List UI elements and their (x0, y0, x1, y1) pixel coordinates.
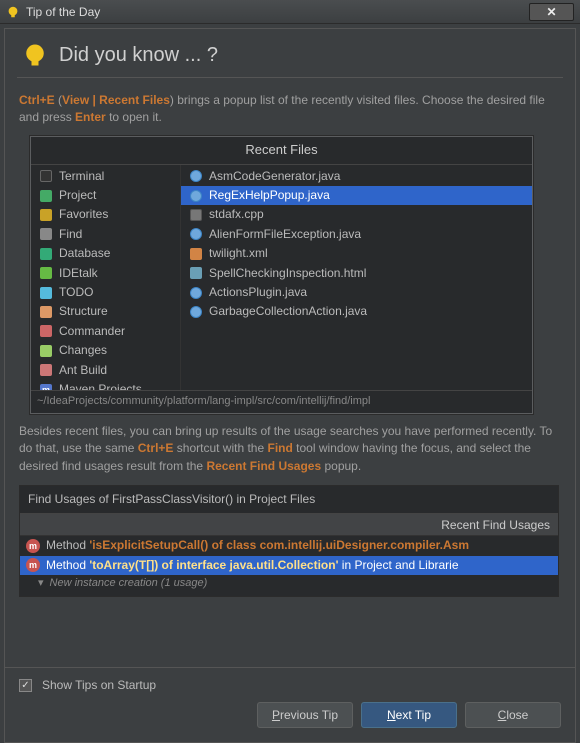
toolwindow-item-idetalk: IDEtalk (31, 264, 180, 283)
window-close-button[interactable]: ✕ (529, 3, 574, 21)
recent-file-item: twilight.xml (181, 244, 532, 263)
recent-file-item: GarbageCollectionAction.java (181, 302, 532, 321)
recent-find-usages-label: Recent Find Usages (441, 517, 550, 534)
recent-file-item-selected: RegExHelpPopup.java (181, 186, 532, 205)
toolwindow-item-antbuild: Ant Build (31, 361, 180, 380)
previous-tip-button[interactable]: Previous Tip (257, 702, 353, 728)
close-button[interactable]: Close (465, 702, 561, 728)
next-tip-button[interactable]: Next Tip (361, 702, 457, 728)
toolwindow-item-commander: Commander (31, 322, 180, 341)
find-usages-subnode: ▾ New instance creation (1 usage) (20, 575, 558, 593)
toolwindow-item-structure: Structure (31, 302, 180, 321)
menu-path: View | Recent Files (62, 93, 170, 107)
tree-expand-icon: ▾ (38, 576, 44, 592)
toolwindow-item-find: Find (31, 225, 180, 244)
popup-name: Recent Find Usages (206, 459, 321, 473)
tip-paragraph-1: Ctrl+E (View | Recent Files) brings a po… (19, 92, 561, 127)
find-usages-title: Find Usages of FirstPassClassVisitor() i… (20, 486, 558, 514)
recent-file-item: SpellCheckingInspection.html (181, 264, 532, 283)
toolwindow-item-terminal: Terminal (31, 167, 180, 186)
dialog-heading: Did you know ... ? (59, 44, 218, 67)
method-badge-icon: m (26, 558, 40, 572)
find-usages-item: m Method 'isExplicitSetupCall() of class… (20, 536, 558, 555)
toolwindow-item-database: Database (31, 244, 180, 263)
shortcut-key: Ctrl+E (19, 93, 55, 107)
recent-files-title: Recent Files (31, 137, 532, 165)
lightbulb-icon (6, 5, 20, 19)
toolwindow-item-todo: TODO (31, 283, 180, 302)
recent-file-item: ActionsPlugin.java (181, 283, 532, 302)
window-title: Tip of the Day (26, 5, 529, 19)
show-tips-label: Show Tips on Startup (42, 678, 561, 692)
toolwindow-item-maven: mMaven Projects (31, 380, 180, 390)
find-usages-item-selected: m Method 'toArray(T[]) of interface java… (20, 556, 558, 575)
tool-window-name: Find (267, 441, 292, 455)
recent-file-item: AlienFormFileException.java (181, 225, 532, 244)
shortcut-key-enter: Enter (75, 110, 106, 124)
show-tips-checkbox[interactable]: ✓ (19, 679, 32, 692)
recent-file-item: AsmCodeGenerator.java (181, 167, 532, 186)
recent-file-path: ~/IdeaProjects/community/platform/lang-i… (31, 390, 532, 413)
method-badge-icon: m (26, 539, 40, 553)
recent-files-popup-screenshot: Recent Files Terminal Project Favorites … (29, 135, 534, 415)
toolwindow-item-favorites: Favorites (31, 205, 180, 224)
recent-file-item: stdafx.cpp (181, 205, 532, 224)
shortcut-key-2: Ctrl+E (138, 441, 174, 455)
tip-paragraph-2: Besides recent files, you can bring up r… (19, 423, 561, 475)
toolwindow-item-project: Project (31, 186, 180, 205)
find-usages-screenshot: Find Usages of FirstPassClassVisitor() i… (19, 485, 559, 597)
toolwindow-item-changes: Changes (31, 341, 180, 360)
tip-lightbulb-icon (21, 41, 49, 69)
